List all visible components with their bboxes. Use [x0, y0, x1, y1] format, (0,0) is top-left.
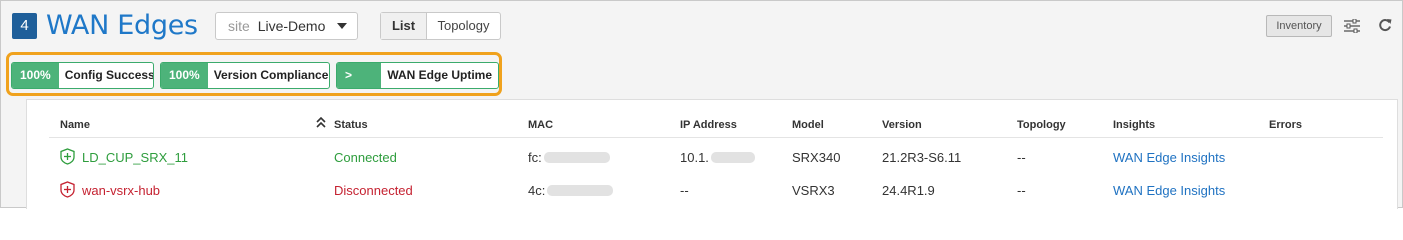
- model-cell: SRX340: [792, 150, 841, 165]
- stats-highlight: 100% Config Success 100% Version Complia…: [6, 52, 502, 96]
- column-header-version[interactable]: Version: [882, 119, 922, 131]
- status-text: Connected: [334, 150, 397, 165]
- stat-value: 100%: [161, 63, 208, 88]
- column-header-status[interactable]: Status: [334, 119, 368, 131]
- tab-list[interactable]: List: [381, 13, 427, 39]
- refresh-icon[interactable]: [1378, 18, 1392, 32]
- column-header-name[interactable]: Name: [60, 119, 90, 131]
- site-selector-value: Live-Demo: [257, 18, 326, 34]
- double-chevron-up-icon[interactable]: [316, 117, 326, 129]
- stat-value: > 99%: [337, 63, 382, 88]
- device-name-link[interactable]: wan-vsrx-hub: [82, 183, 160, 198]
- page-title: WAN Edges: [46, 10, 198, 41]
- ip-cell: 10.1.: [680, 150, 755, 165]
- ip-cell: --: [680, 183, 689, 198]
- site-selector-label: site: [228, 18, 250, 34]
- stat-label: Config Success: [64, 68, 154, 82]
- view-toggle: List Topology: [380, 12, 501, 40]
- wan-edge-count-badge: 4: [12, 13, 37, 39]
- redacted-mac: [543, 152, 610, 164]
- stat-label: WAN Edge Uptime: [387, 68, 492, 82]
- version-cell: 24.4R1.9: [882, 183, 935, 198]
- mac-cell: fc:: [528, 150, 610, 165]
- device-name-link[interactable]: LD_CUP_SRX_11: [82, 150, 188, 165]
- column-header-topology[interactable]: Topology: [1017, 119, 1066, 131]
- column-header-model[interactable]: Model: [792, 119, 824, 131]
- version-cell: 21.2R3-S6.11: [882, 150, 962, 165]
- wan-edge-insights-link[interactable]: WAN Edge Insights: [1113, 183, 1225, 198]
- chevron-down-icon: [337, 23, 347, 29]
- mac-value: fc:: [528, 150, 542, 165]
- site-selector[interactable]: site Live-Demo: [215, 12, 358, 40]
- wan-edges-page: 4 WAN Edges site Live-Demo List Topology…: [0, 0, 1403, 209]
- mac-value: 4c:: [528, 183, 546, 198]
- model-cell: VSRX3: [792, 183, 835, 198]
- mac-cell: 4c:: [528, 183, 614, 198]
- stat-value: 100%: [12, 63, 59, 88]
- ip-value: 10.1.: [680, 150, 709, 165]
- column-header-mac[interactable]: MAC: [528, 119, 553, 131]
- column-header-insights[interactable]: Insights: [1113, 119, 1155, 131]
- shield-plus-icon: [60, 181, 75, 198]
- stat-version-compliance[interactable]: 100% Version Compliance: [160, 62, 330, 89]
- column-header-errors[interactable]: Errors: [1269, 119, 1302, 131]
- wan-edge-insights-link[interactable]: WAN Edge Insights: [1113, 150, 1225, 165]
- sliders-icon[interactable]: [1344, 19, 1360, 33]
- status-text: Disconnected: [334, 183, 413, 198]
- topology-cell: --: [1017, 150, 1026, 165]
- redacted-ip: [710, 152, 755, 164]
- stat-label: Version Compliance: [213, 68, 329, 82]
- column-header-ip-address[interactable]: IP Address: [680, 119, 737, 131]
- inventory-button[interactable]: Inventory: [1266, 15, 1332, 37]
- topology-cell: --: [1017, 183, 1026, 198]
- header-divider: [49, 137, 1383, 138]
- wan-edges-table: Name Status MAC IP Address Model Version…: [26, 99, 1398, 209]
- tab-topology[interactable]: Topology: [427, 13, 500, 39]
- stat-config-success[interactable]: 100% Config Success: [11, 62, 154, 89]
- redacted-mac: [547, 185, 614, 197]
- stat-wan-edge-uptime[interactable]: > 99% WAN Edge Uptime: [336, 62, 499, 89]
- shield-plus-icon: [60, 148, 75, 165]
